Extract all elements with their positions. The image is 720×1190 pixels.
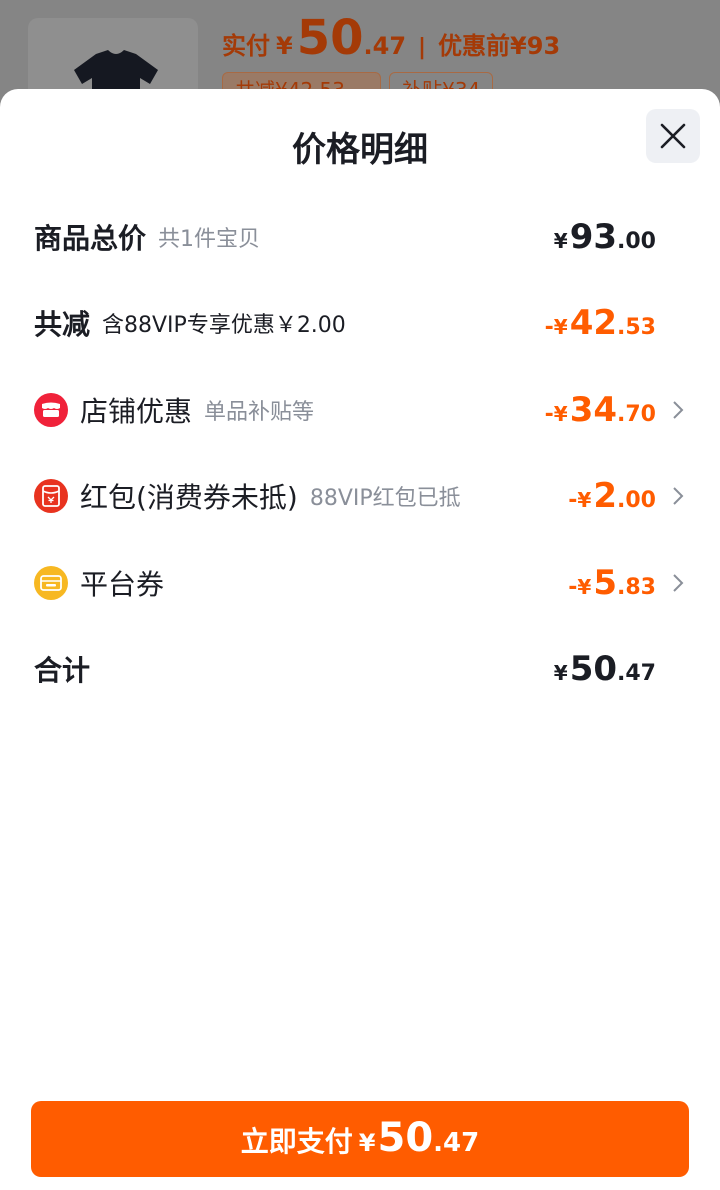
currency-symbol: ¥ xyxy=(553,229,568,253)
pay-now-button[interactable]: 立即支付 ¥ 50 .47 xyxy=(31,1101,689,1177)
row-label: 商品总价 xyxy=(34,222,147,255)
chevron-right-icon xyxy=(660,573,684,593)
amount-decimal: .83 xyxy=(617,575,656,600)
background-price: 实付 ¥ 50 .47 | 优惠前¥93 xyxy=(222,14,560,62)
row-amount: - ¥ 42 .53 xyxy=(545,306,656,340)
row-amount: - ¥ 5 .83 xyxy=(568,566,656,600)
row-label: 共减 xyxy=(34,308,91,341)
original-price: 优惠前¥93 xyxy=(438,32,561,60)
row-store-discount[interactable]: 店铺优惠 单品补贴等 - ¥ 34 .70 xyxy=(34,380,684,440)
currency-symbol: ¥ xyxy=(577,488,592,512)
currency-symbol: ¥ xyxy=(553,402,568,426)
pay-decimal: .47 xyxy=(433,1128,480,1158)
price-decimal: .47 xyxy=(363,32,407,60)
sheet-title: 价格明细 xyxy=(292,130,428,170)
amount-integer: 34 xyxy=(569,390,618,430)
red-packet-icon xyxy=(34,479,68,513)
currency-symbol: ¥ xyxy=(553,661,568,685)
row-grand-total: 合计 ¥ 50 .47 xyxy=(34,639,684,699)
price-detail-sheet: 价格明细 商品总价 共1件宝贝 ¥ 93 .00 共减 含88VIP专享优惠￥2… xyxy=(0,89,720,1190)
pay-symbol: ¥ xyxy=(358,1129,376,1157)
amount-decimal: .47 xyxy=(617,661,656,686)
row-total-goods: 商品总价 共1件宝贝 ¥ 93 .00 xyxy=(34,207,684,267)
chevron-right-icon xyxy=(660,486,684,506)
row-red-packet[interactable]: 红包(消费券未抵) 88VIP红包已抵 - ¥ 2 .00 xyxy=(34,466,684,526)
row-label: 合计 xyxy=(34,654,91,687)
row-amount: - ¥ 34 .70 xyxy=(545,393,656,427)
row-sub: 含88VIP专享优惠￥2.00 xyxy=(102,313,346,338)
amount-decimal: .70 xyxy=(617,402,656,427)
store-icon xyxy=(34,393,68,427)
minus-sign: - xyxy=(544,315,554,340)
row-sub: 单品补贴等 xyxy=(204,400,315,425)
minus-sign: - xyxy=(568,575,578,600)
row-sub: 共1件宝贝 xyxy=(158,227,261,252)
price-separator: | xyxy=(418,35,427,60)
pay-integer: 50 xyxy=(377,1115,434,1161)
row-total-discount: 共减 含88VIP专享优惠￥2.00 - ¥ 42 .53 xyxy=(34,293,684,353)
price-symbol: ¥ xyxy=(276,32,293,60)
coupon-icon xyxy=(34,566,68,600)
amount-decimal: .00 xyxy=(617,488,656,513)
amount-integer: 50 xyxy=(569,649,618,689)
amount-decimal: .53 xyxy=(617,315,656,340)
amount-decimal: .00 xyxy=(617,229,656,254)
amount-integer: 42 xyxy=(569,303,618,343)
amount-integer: 5 xyxy=(593,563,618,603)
row-amount: ¥ 50 .47 xyxy=(554,652,656,686)
minus-sign: - xyxy=(568,488,578,513)
chevron-right-icon xyxy=(660,400,684,420)
price-integer: 50 xyxy=(296,10,364,66)
amount-integer: 2 xyxy=(593,476,618,516)
minus-sign: - xyxy=(544,402,554,427)
row-platform-coupon[interactable]: 平台券 - ¥ 5 .83 xyxy=(34,553,684,613)
row-label: 红包(消费券未抵) xyxy=(80,481,298,514)
row-label: 店铺优惠 xyxy=(80,395,193,428)
close-button[interactable] xyxy=(646,109,700,163)
pay-label: 立即支付 xyxy=(240,1125,353,1158)
row-label: 平台券 xyxy=(80,568,165,601)
currency-symbol: ¥ xyxy=(553,315,568,339)
row-sub: 88VIP红包已抵 xyxy=(309,486,461,511)
row-amount: - ¥ 2 .00 xyxy=(568,479,656,513)
close-icon xyxy=(660,123,686,149)
amount-integer: 93 xyxy=(569,217,618,257)
currency-symbol: ¥ xyxy=(577,575,592,599)
row-amount: ¥ 93 .00 xyxy=(554,220,656,254)
price-label: 实付 xyxy=(222,32,270,60)
